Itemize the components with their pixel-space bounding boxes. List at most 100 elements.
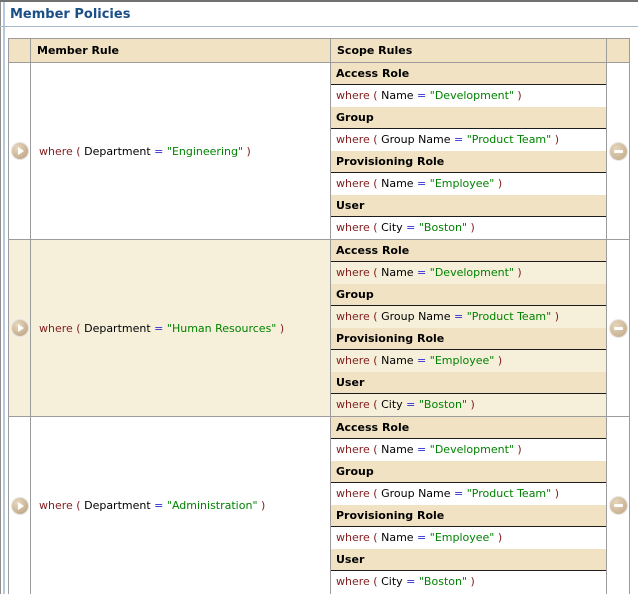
clause-open-paren: ( <box>370 487 381 500</box>
scope-section-header: Provisioning Role <box>331 505 606 527</box>
clause-keyword: where <box>336 133 370 146</box>
scope-rule-clause: where ( Name = "Employee" ) <box>331 173 606 195</box>
arrow-right-icon <box>18 502 24 510</box>
clause-value: "Development" <box>430 266 514 279</box>
clause-close-paren: ) <box>258 499 266 512</box>
clause-equals: = <box>414 89 430 102</box>
scope-rule-clause: where ( Group Name = "Product Team" ) <box>331 129 606 151</box>
clause-attribute: Name <box>381 266 413 279</box>
clause-attribute: City <box>381 221 403 234</box>
clause-open-paren: ( <box>73 322 84 335</box>
minus-icon <box>614 327 623 330</box>
scope-section-header: User <box>331 372 606 394</box>
clause-open-paren: ( <box>370 310 381 323</box>
minus-icon <box>614 150 623 153</box>
clause-value: "Development" <box>430 89 514 102</box>
clause-open-paren: ( <box>370 89 381 102</box>
clause-close-paren: ) <box>276 322 284 335</box>
clause-close-paren: ) <box>551 310 559 323</box>
remove-row-button[interactable] <box>610 320 627 337</box>
remove-cell <box>607 240 629 416</box>
scope-rule-clause: where ( Group Name = "Product Team" ) <box>331 483 606 505</box>
scope-section-header: Access Role <box>331 417 606 439</box>
clause-value: "Product Team" <box>467 310 551 323</box>
arrow-right-icon <box>18 147 24 155</box>
clause-open-paren: ( <box>370 354 381 367</box>
clause-close-paren: ) <box>243 145 251 158</box>
clause-equals: = <box>151 145 167 158</box>
clause-close-paren: ) <box>514 266 522 279</box>
clause-equals: = <box>414 443 430 456</box>
member-rule-clause: where ( Department = "Human Resources" ) <box>39 322 284 335</box>
clause-open-paren: ( <box>370 177 381 190</box>
policy-row: where ( Department = "Human Resources" )… <box>9 240 629 417</box>
member-rule-clause: where ( Department = "Administration" ) <box>39 499 265 512</box>
clause-value: "Product Team" <box>467 487 551 500</box>
expand-row-button[interactable] <box>12 498 28 514</box>
clause-value: "Boston" <box>419 398 467 411</box>
scope-rule-clause: where ( Name = "Development" ) <box>331 439 606 461</box>
scope-rules-cell: Access Role where ( Name = "Development"… <box>331 417 607 594</box>
clause-keyword: where <box>336 266 370 279</box>
window-left-edge <box>0 2 1 594</box>
remove-row-button[interactable] <box>610 143 627 160</box>
arrow-right-icon <box>18 324 24 332</box>
clause-attribute: Group Name <box>381 310 450 323</box>
member-rule-clause: where ( Department = "Engineering" ) <box>39 145 251 158</box>
clause-keyword: where <box>336 487 370 500</box>
header-action-column <box>607 39 629 62</box>
clause-equals: = <box>151 322 167 335</box>
clause-close-paren: ) <box>494 531 502 544</box>
clause-equals: = <box>403 398 419 411</box>
header-scope-rules: Scope Rules <box>331 39 607 62</box>
clause-open-paren: ( <box>370 443 381 456</box>
clause-attribute: Name <box>381 89 413 102</box>
clause-close-paren: ) <box>494 177 502 190</box>
clause-equals: = <box>451 310 467 323</box>
clause-attribute: Department <box>84 145 151 158</box>
expand-cell <box>9 417 31 594</box>
scope-rule-clause: where ( Name = "Development" ) <box>331 85 606 107</box>
scope-rule-clause: where ( Name = "Employee" ) <box>331 350 606 372</box>
scope-rule-clause: where ( Name = "Development" ) <box>331 262 606 284</box>
clause-keyword: where <box>39 145 73 158</box>
member-rule-cell: where ( Department = "Human Resources" ) <box>31 240 331 416</box>
clause-attribute: Department <box>84 499 151 512</box>
clause-open-paren: ( <box>370 266 381 279</box>
scope-rule-clause: where ( Group Name = "Product Team" ) <box>331 306 606 328</box>
clause-attribute: City <box>381 575 403 588</box>
expand-row-button[interactable] <box>12 143 28 159</box>
member-policies-page: Member Policies Member Rule Scope Rules … <box>0 0 638 594</box>
clause-attribute: Name <box>381 177 413 190</box>
member-rule-cell: where ( Department = "Engineering" ) <box>31 63 331 239</box>
clause-attribute: Department <box>84 322 151 335</box>
clause-close-paren: ) <box>467 398 475 411</box>
scope-rule-clause: where ( City = "Boston" ) <box>331 217 606 239</box>
scope-rules-cell: Access Role where ( Name = "Development"… <box>331 240 607 416</box>
title-divider <box>0 26 638 27</box>
clause-keyword: where <box>336 221 370 234</box>
window-left-edge-highlight <box>3 2 5 594</box>
clause-equals: = <box>414 177 430 190</box>
scope-section-header: Provisioning Role <box>331 328 606 350</box>
expand-cell <box>9 63 31 239</box>
expand-row-button[interactable] <box>12 320 28 336</box>
remove-row-button[interactable] <box>610 497 627 514</box>
clause-open-paren: ( <box>370 575 381 588</box>
policy-row: where ( Department = "Engineering" ) Acc… <box>9 63 629 240</box>
scope-rule-clause: where ( City = "Boston" ) <box>331 571 606 593</box>
member-rule-cell: where ( Department = "Administration" ) <box>31 417 331 594</box>
clause-close-paren: ) <box>551 133 559 146</box>
remove-cell <box>607 63 629 239</box>
clause-keyword: where <box>39 322 73 335</box>
clause-open-paren: ( <box>73 499 84 512</box>
clause-close-paren: ) <box>514 89 522 102</box>
clause-equals: = <box>414 354 430 367</box>
clause-close-paren: ) <box>467 575 475 588</box>
clause-attribute: City <box>381 398 403 411</box>
clause-keyword: where <box>336 177 370 190</box>
clause-value: "Employee" <box>430 531 495 544</box>
clause-equals: = <box>151 499 167 512</box>
scope-section-header: Access Role <box>331 240 606 262</box>
member-policies-table: Member Rule Scope Rules where ( Departme… <box>8 38 630 594</box>
